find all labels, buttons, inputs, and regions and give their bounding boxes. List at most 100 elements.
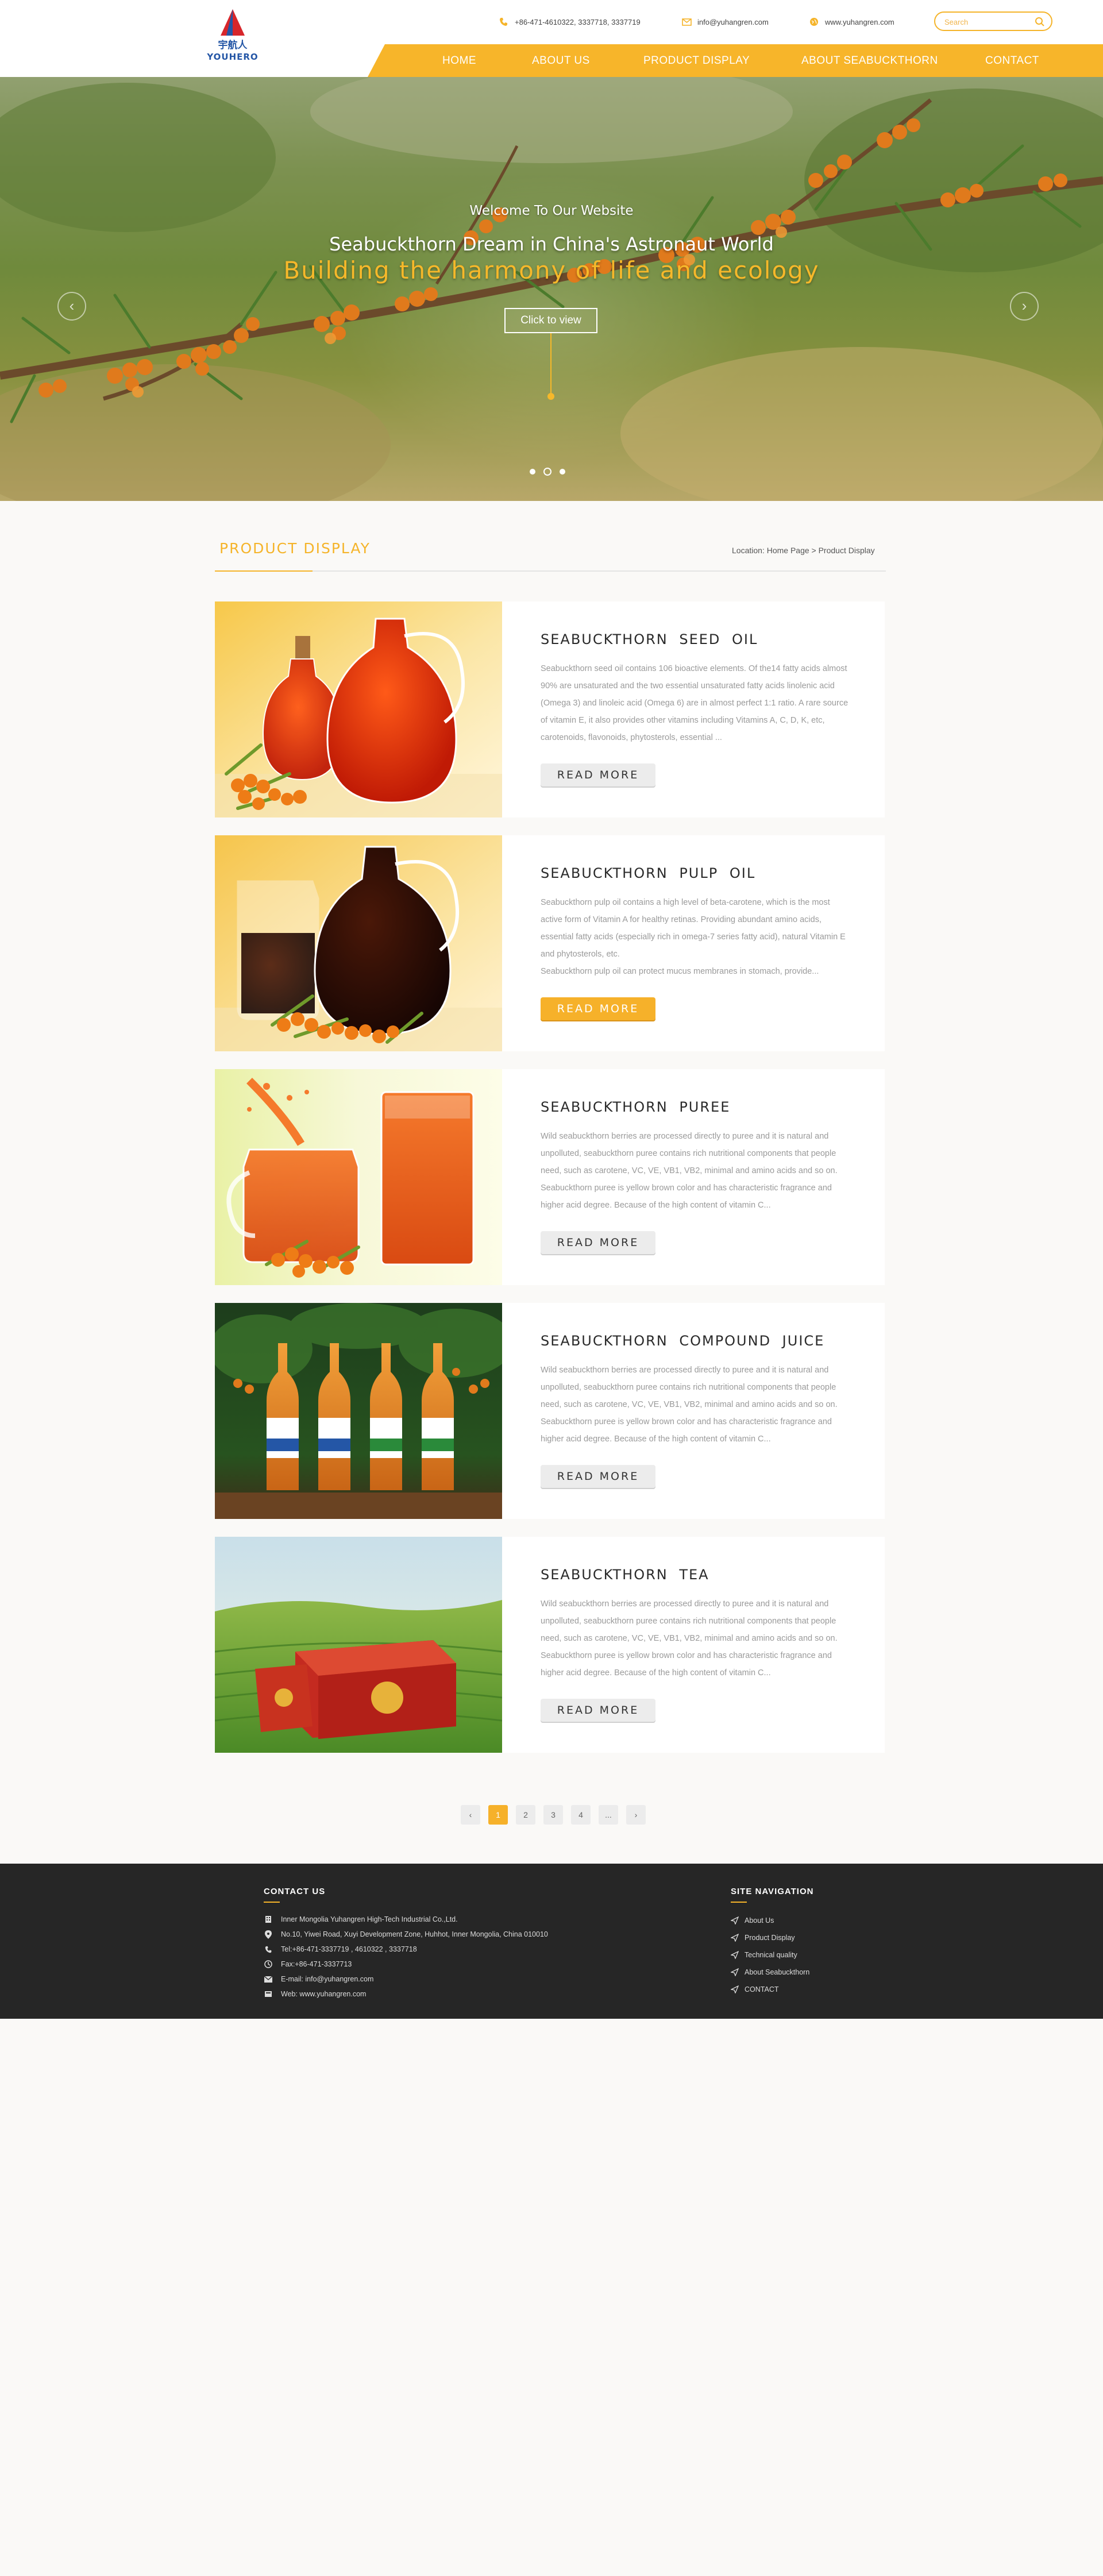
hero-title: Seabuckthorn Dream in China's Astronaut … <box>329 233 774 255</box>
web-icon <box>264 1989 273 1999</box>
mail-icon <box>681 17 692 27</box>
product-title[interactable]: SEABUCKTHORN COMPOUND JUICE <box>541 1333 824 1349</box>
section-divider <box>215 570 886 572</box>
product-card-compound-juice: SEABUCKTHORN COMPOUND JUICE Wild seabuck… <box>215 1303 885 1519</box>
footer-contact-underline <box>264 1902 280 1903</box>
product-description-text: Seabuckthorn pulp oil contains a high le… <box>541 898 846 959</box>
search-icon[interactable] <box>1034 16 1046 28</box>
phone-icon <box>499 17 509 27</box>
header-email[interactable]: info@yuhangren.com <box>681 15 769 29</box>
header-phone-text: +86-471-4610322, 3337718, 3337719 <box>515 17 641 26</box>
product-image-puree[interactable] <box>215 1069 502 1285</box>
footer-link-about-seabuckthorn[interactable]: About Seabuckthorn <box>731 1964 809 1981</box>
read-more-button[interactable]: READ MORE <box>541 1231 655 1254</box>
footer-contact-web: Web: www.yuhangren.com <box>264 1987 548 2002</box>
product-title[interactable]: SEABUCKTHORN TEA <box>541 1567 709 1583</box>
hero-cta-dot <box>547 393 554 400</box>
header-website[interactable]: www.yuhangren.com <box>809 15 894 29</box>
pagination-page-1[interactable]: 1 <box>488 1805 508 1825</box>
header-phone: +86-471-4610322, 3337718, 3337719 <box>499 15 641 29</box>
header-email-text[interactable]: info@yuhangren.com <box>697 18 769 26</box>
footer-nav-title: SITE NAVIGATION <box>731 1887 814 1896</box>
hero-slide-dots <box>530 468 565 476</box>
footer-contact-text[interactable]: E-mail: info@yuhangren.com <box>281 1975 373 1983</box>
footer-link-label[interactable]: Product Display <box>745 1934 795 1942</box>
product-image-tea[interactable] <box>215 1537 502 1753</box>
footer-contact-fax: Fax:+86-471-3337713 <box>264 1957 548 1972</box>
site-header: 宇航人 YOUHERO +86-471-4610322, 3337718, 33… <box>0 0 1103 77</box>
read-more-button[interactable]: READ MORE <box>541 997 655 1020</box>
building-icon <box>264 1915 273 1924</box>
product-description-text: Wild seabuckthorn berries are processed … <box>541 1132 838 1210</box>
footer-contact-text: No.10, Yiwei Road, Xuyi Development Zone… <box>281 1930 548 1938</box>
footer-link-contact[interactable]: CONTACT <box>731 1981 809 1998</box>
hero-next-arrow-icon[interactable]: › <box>1010 292 1039 321</box>
product-description: Seabuckthorn pulp oil contains a high le… <box>541 894 851 980</box>
footer-contact-list: Inner Mongolia Yuhangren High-Tech Indus… <box>264 1912 548 2002</box>
footer-link-about-us[interactable]: About Us <box>731 1912 809 1929</box>
search-input[interactable] <box>944 16 1031 28</box>
product-image-compound-juice[interactable] <box>215 1303 502 1519</box>
footer-nav-list: About Us Product Display Technical quali… <box>731 1912 809 1998</box>
hero-prev-arrow-icon[interactable]: ‹ <box>57 292 86 321</box>
svg-text:宇航人: 宇航人 <box>218 39 248 51</box>
phone-icon <box>264 1945 273 1954</box>
product-title[interactable]: SEABUCKTHORN PUREE <box>541 1099 730 1115</box>
send-arrow-icon <box>731 1934 739 1942</box>
nav-item-product-display[interactable]: PRODUCT DISPLAY <box>643 44 750 77</box>
pagination-ellipsis[interactable]: ... <box>599 1805 618 1825</box>
nav-item-contact[interactable]: CONTACT <box>985 44 1039 77</box>
search-box <box>934 11 1052 31</box>
section-title: PRODUCT DISPLAY <box>219 540 371 557</box>
web-icon <box>809 17 819 27</box>
send-arrow-icon <box>731 1916 739 1925</box>
hero-slide-dot-active[interactable] <box>543 468 552 476</box>
pagination-page-2[interactable]: 2 <box>516 1805 535 1825</box>
nav-item-home[interactable]: HOME <box>442 44 476 77</box>
read-more-button[interactable]: READ MORE <box>541 1699 655 1722</box>
hero-slide-dot[interactable] <box>530 469 535 475</box>
footer-link-label[interactable]: CONTACT <box>745 1985 779 1993</box>
pagination-prev-icon[interactable]: ‹ <box>461 1805 480 1825</box>
footer-link-label[interactable]: About Us <box>745 1916 774 1925</box>
pagination-next-icon[interactable]: › <box>626 1805 646 1825</box>
send-arrow-icon <box>731 1968 739 1976</box>
footer-link-technical-quality[interactable]: Technical quality <box>731 1946 809 1964</box>
product-description-text: Wild seabuckthorn berries are processed … <box>541 1599 838 1678</box>
pagination-page-3[interactable]: 3 <box>543 1805 563 1825</box>
hero-subtitle: Building the harmony of life and ecology <box>283 256 820 284</box>
hero-slide-dot[interactable] <box>560 469 565 475</box>
footer-contact-text: Inner Mongolia Yuhangren High-Tech Indus… <box>281 1915 458 1923</box>
product-description: Seabuckthorn seed oil contains 106 bioac… <box>541 660 851 746</box>
product-title[interactable]: SEABUCKTHORN SEED OIL <box>541 631 758 647</box>
footer-link-label[interactable]: Technical quality <box>745 1951 797 1959</box>
footer-link-label[interactable]: About Seabuckthorn <box>745 1968 809 1976</box>
logo-text: YOUHERO <box>207 52 259 62</box>
read-more-button[interactable]: READ MORE <box>541 763 655 786</box>
send-arrow-icon <box>731 1985 739 1993</box>
brand-logo[interactable]: 宇航人 YOUHERO <box>207 7 259 70</box>
hero-click-to-view-button[interactable]: Click to view <box>504 308 597 333</box>
header-website-text[interactable]: www.yuhangren.com <box>825 18 894 26</box>
read-more-button[interactable]: READ MORE <box>541 1465 655 1488</box>
footer-contact-email: E-mail: info@yuhangren.com <box>264 1972 548 1987</box>
nav-item-about-us[interactable]: ABOUT US <box>532 44 590 77</box>
nav-item-about-seabuckthorn[interactable]: ABOUT SEABUCKTHORN <box>801 44 938 77</box>
footer-nav-underline <box>731 1902 747 1903</box>
product-title[interactable]: SEABUCKTHORN PULP OIL <box>541 865 755 881</box>
fax-icon <box>264 1960 273 1969</box>
breadcrumb[interactable]: Location: Home Page > Product Display <box>732 546 875 555</box>
logo-mark-icon: 宇航人 <box>218 9 248 51</box>
product-card-pulp-oil: SEABUCKTHORN PULP OIL Seabuckthorn pulp … <box>215 835 885 1051</box>
send-arrow-icon <box>731 1951 739 1959</box>
product-description: Wild seabuckthorn berries are processed … <box>541 1362 851 1448</box>
footer-contact-text[interactable]: Web: www.yuhangren.com <box>281 1990 366 1998</box>
footer-link-product-display[interactable]: Product Display <box>731 1929 809 1946</box>
hero-welcome: Welcome To Our Website <box>469 203 634 218</box>
product-card-seed-oil: SEABUCKTHORN SEED OIL Seabuckthorn seed … <box>215 601 885 817</box>
footer-contact-tel: Tel:+86-471-3337719 , 4610322 , 3337718 <box>264 1942 548 1957</box>
product-image-pulp-oil[interactable] <box>215 835 502 1051</box>
pagination-page-4[interactable]: 4 <box>571 1805 591 1825</box>
product-image-seed-oil[interactable] <box>215 601 502 817</box>
hero-cta-line <box>550 333 552 395</box>
